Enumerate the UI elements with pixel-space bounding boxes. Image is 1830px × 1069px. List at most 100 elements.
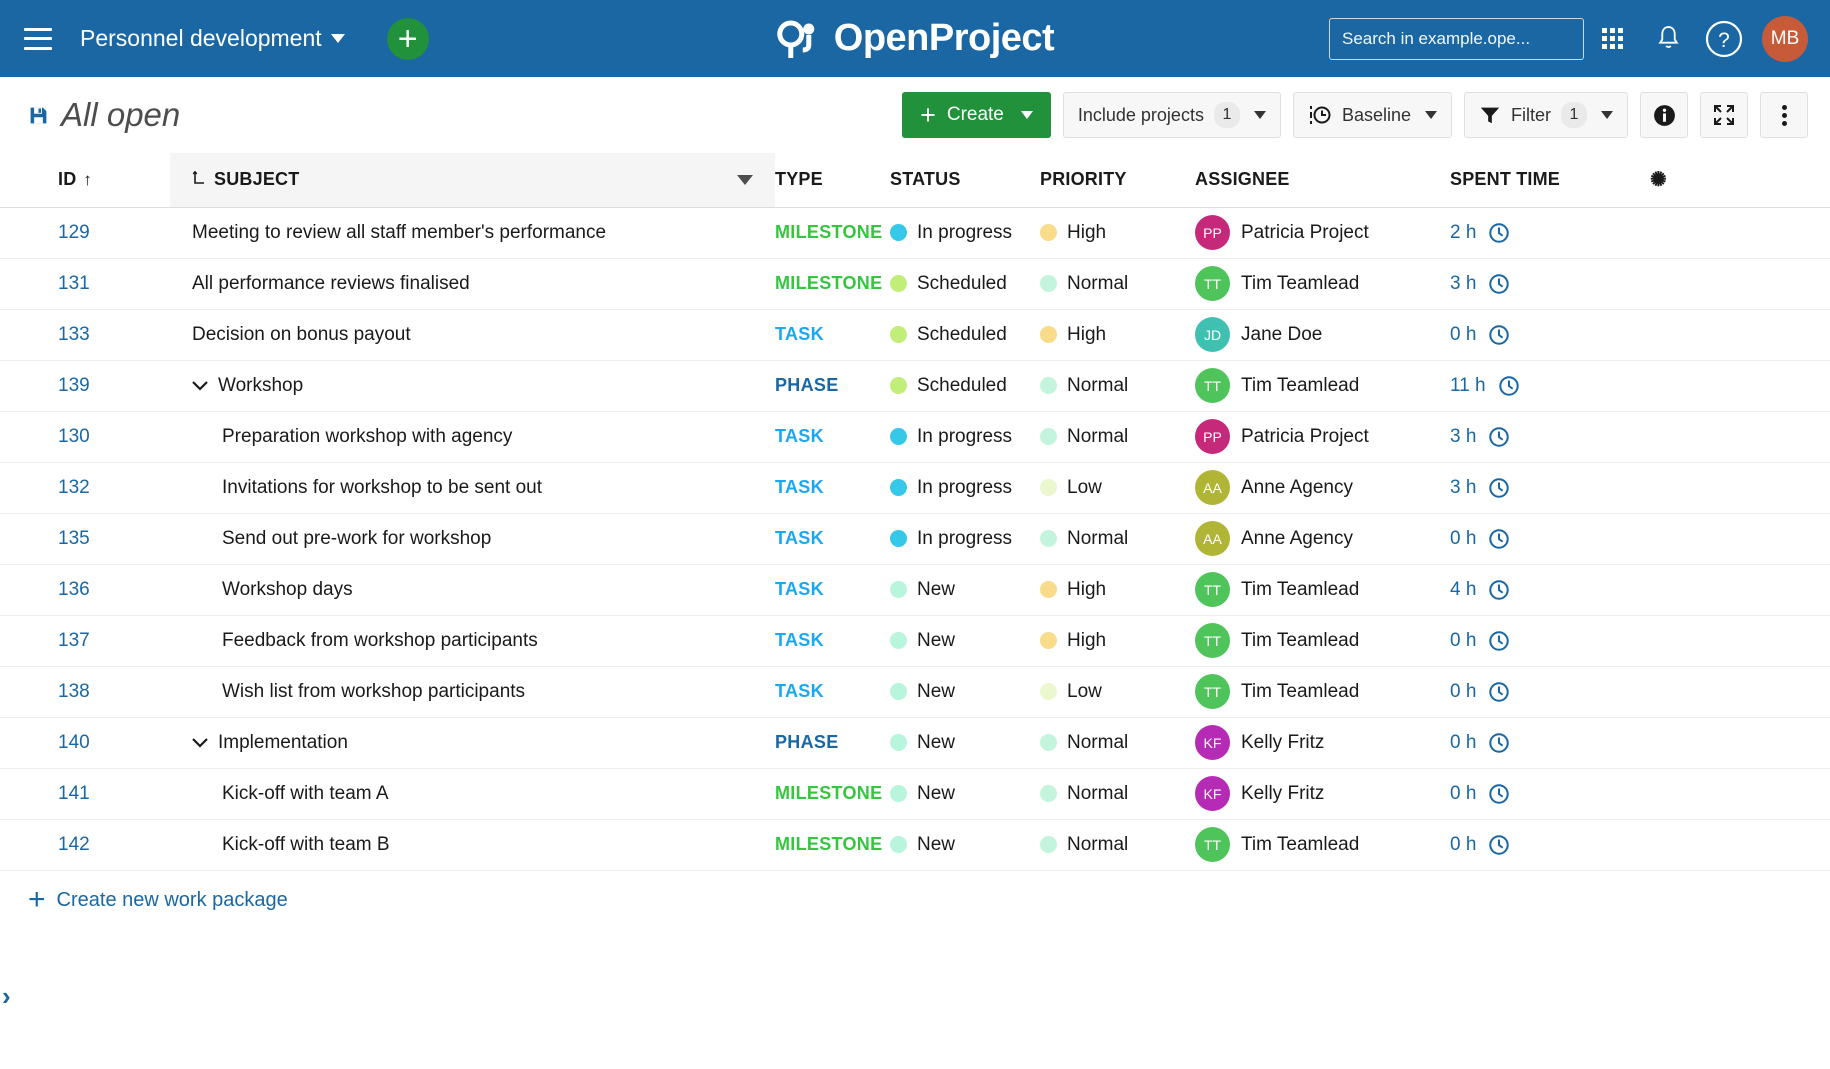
- cell-subject[interactable]: Preparation workshop with agency: [170, 411, 775, 462]
- cell-id[interactable]: 140: [0, 717, 170, 768]
- status-badge[interactable]: Scheduled: [890, 375, 1040, 397]
- cell-priority[interactable]: High: [1040, 309, 1195, 360]
- add-button[interactable]: [387, 18, 429, 60]
- cell-priority[interactable]: High: [1040, 207, 1195, 258]
- cell-priority[interactable]: High: [1040, 615, 1195, 666]
- cell-id[interactable]: 135: [0, 513, 170, 564]
- notifications-button[interactable]: [1640, 11, 1696, 67]
- cell-status[interactable]: Scheduled: [890, 360, 1040, 411]
- clock-icon[interactable]: [1488, 579, 1510, 601]
- cell-type[interactable]: MILESTONE: [775, 207, 890, 258]
- cell-type[interactable]: PHASE: [775, 717, 890, 768]
- work-package-type[interactable]: TASK: [775, 426, 824, 446]
- cell-id[interactable]: 142: [0, 819, 170, 870]
- cell-subject[interactable]: Implementation: [170, 717, 775, 768]
- cell-type[interactable]: TASK: [775, 462, 890, 513]
- cell-priority[interactable]: High: [1040, 564, 1195, 615]
- work-package-id-link[interactable]: 137: [58, 630, 90, 651]
- cell-spent-time[interactable]: 0 h: [1450, 309, 1650, 360]
- clock-icon[interactable]: [1488, 273, 1510, 295]
- priority-badge[interactable]: Normal: [1040, 528, 1195, 550]
- cell-spent-time[interactable]: 2 h: [1450, 207, 1650, 258]
- status-badge[interactable]: New: [890, 783, 1040, 805]
- cell-type[interactable]: MILESTONE: [775, 819, 890, 870]
- clock-icon[interactable]: [1488, 732, 1510, 754]
- cell-subject[interactable]: Decision on bonus payout: [170, 309, 775, 360]
- cell-status[interactable]: New: [890, 717, 1040, 768]
- cell-type[interactable]: TASK: [775, 666, 890, 717]
- search-input[interactable]: [1342, 29, 1563, 49]
- work-package-id-link[interactable]: 141: [58, 783, 90, 804]
- status-badge[interactable]: In progress: [890, 426, 1040, 448]
- cell-id[interactable]: 133: [0, 309, 170, 360]
- column-header-assignee[interactable]: ASSIGNEE: [1195, 153, 1450, 207]
- priority-badge[interactable]: Low: [1040, 681, 1195, 703]
- work-package-type[interactable]: MILESTONE: [775, 783, 882, 803]
- cell-priority[interactable]: Normal: [1040, 717, 1195, 768]
- spent-time-value[interactable]: 0 h: [1450, 324, 1476, 346]
- cell-spent-time[interactable]: 0 h: [1450, 768, 1650, 819]
- cell-status[interactable]: New: [890, 819, 1040, 870]
- cell-id[interactable]: 139: [0, 360, 170, 411]
- cell-status[interactable]: New: [890, 768, 1040, 819]
- column-header-priority[interactable]: PRIORITY: [1040, 153, 1195, 207]
- column-header-type[interactable]: TYPE: [775, 153, 890, 207]
- more-menu-button[interactable]: [1760, 92, 1808, 138]
- work-package-id-link[interactable]: 133: [58, 324, 90, 345]
- hamburger-icon[interactable]: [24, 28, 52, 50]
- table-row[interactable]: 131All performance reviews finalisedMILE…: [0, 258, 1830, 309]
- table-row[interactable]: 133Decision on bonus payoutTASKScheduled…: [0, 309, 1830, 360]
- cell-subject[interactable]: Feedback from workshop participants: [170, 615, 775, 666]
- column-header-status[interactable]: STATUS: [890, 153, 1040, 207]
- cell-assignee[interactable]: TTTim Teamlead: [1195, 360, 1450, 411]
- priority-badge[interactable]: Normal: [1040, 834, 1195, 856]
- clock-icon[interactable]: [1488, 324, 1510, 346]
- spent-time-value[interactable]: 0 h: [1450, 528, 1476, 550]
- info-button[interactable]: [1640, 92, 1688, 138]
- cell-status[interactable]: Scheduled: [890, 258, 1040, 309]
- include-projects-button[interactable]: Include projects 1: [1063, 92, 1281, 138]
- spent-time-value[interactable]: 0 h: [1450, 681, 1476, 703]
- cell-spent-time[interactable]: 0 h: [1450, 513, 1650, 564]
- table-row[interactable]: 142Kick-off with team BMILESTONENewNorma…: [0, 819, 1830, 870]
- cell-assignee[interactable]: PPPatricia Project: [1195, 207, 1450, 258]
- cell-spent-time[interactable]: 4 h: [1450, 564, 1650, 615]
- cell-id[interactable]: 130: [0, 411, 170, 462]
- work-package-type[interactable]: PHASE: [775, 732, 839, 752]
- modules-button[interactable]: [1584, 11, 1640, 67]
- cell-assignee[interactable]: TTTim Teamlead: [1195, 666, 1450, 717]
- work-package-type[interactable]: TASK: [775, 528, 824, 548]
- cell-assignee[interactable]: TTTim Teamlead: [1195, 615, 1450, 666]
- work-package-id-link[interactable]: 139: [58, 375, 90, 396]
- cell-priority[interactable]: Normal: [1040, 411, 1195, 462]
- cell-priority[interactable]: Normal: [1040, 258, 1195, 309]
- table-row[interactable]: 140ImplementationPHASENewNormalKFKelly F…: [0, 717, 1830, 768]
- cell-spent-time[interactable]: 0 h: [1450, 666, 1650, 717]
- cell-subject[interactable]: Meeting to review all staff member's per…: [170, 207, 775, 258]
- priority-badge[interactable]: High: [1040, 222, 1195, 244]
- spent-time-value[interactable]: 0 h: [1450, 783, 1476, 805]
- cell-id[interactable]: 137: [0, 615, 170, 666]
- cell-assignee[interactable]: TTTim Teamlead: [1195, 564, 1450, 615]
- cell-status[interactable]: New: [890, 666, 1040, 717]
- work-package-type[interactable]: TASK: [775, 579, 824, 599]
- status-badge[interactable]: In progress: [890, 222, 1040, 244]
- cell-subject[interactable]: Send out pre-work for workshop: [170, 513, 775, 564]
- work-package-type[interactable]: MILESTONE: [775, 222, 882, 242]
- cell-priority[interactable]: Normal: [1040, 819, 1195, 870]
- cell-subject[interactable]: Workshop days: [170, 564, 775, 615]
- cell-type[interactable]: TASK: [775, 513, 890, 564]
- status-badge[interactable]: New: [890, 681, 1040, 703]
- work-package-type[interactable]: TASK: [775, 324, 824, 344]
- status-badge[interactable]: In progress: [890, 528, 1040, 550]
- work-package-id-link[interactable]: 140: [58, 732, 90, 753]
- column-header-subject[interactable]: SUBJECT: [170, 153, 775, 207]
- clock-icon[interactable]: [1498, 375, 1520, 397]
- cell-spent-time[interactable]: 0 h: [1450, 717, 1650, 768]
- spent-time-value[interactable]: 11 h: [1450, 375, 1486, 397]
- table-row[interactable]: 129Meeting to review all staff member's …: [0, 207, 1830, 258]
- filter-button[interactable]: Filter 1: [1464, 92, 1628, 138]
- cell-status[interactable]: In progress: [890, 207, 1040, 258]
- work-package-type[interactable]: TASK: [775, 477, 824, 497]
- create-button[interactable]: + Create: [902, 92, 1051, 138]
